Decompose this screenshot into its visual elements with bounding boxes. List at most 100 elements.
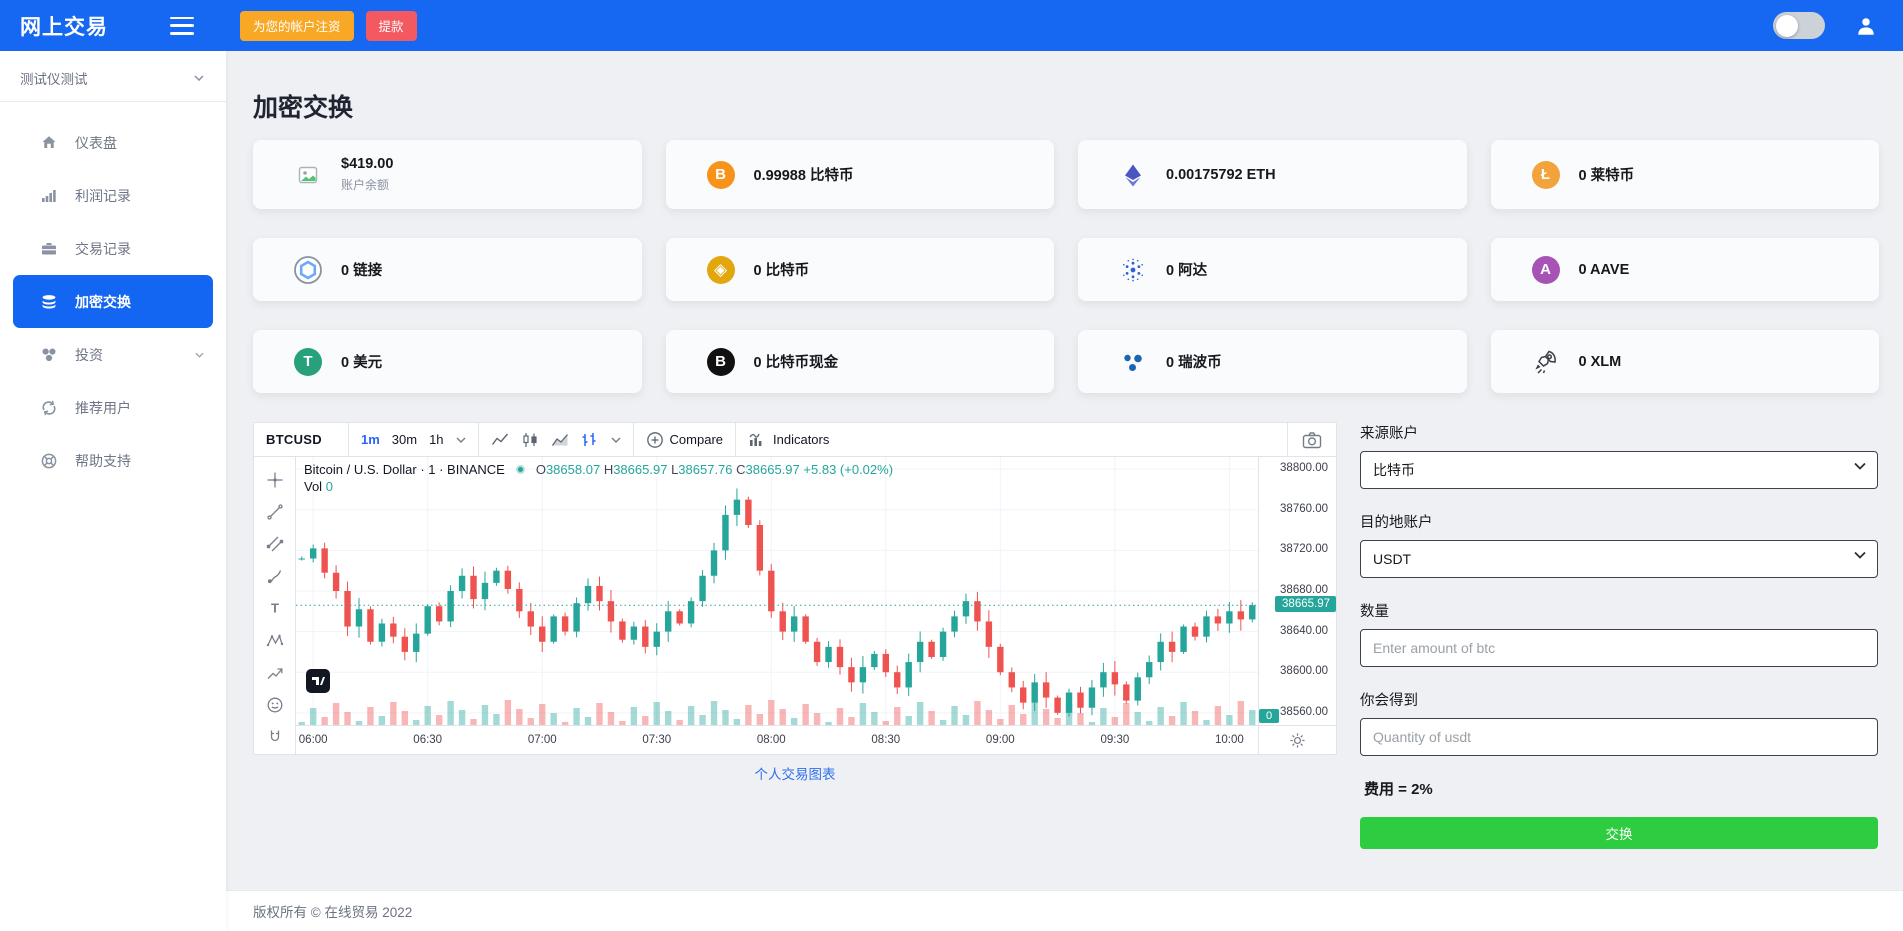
time-tick: 06:00 (291, 734, 335, 746)
card-label: 账户余额 (341, 176, 393, 193)
destination-account-select[interactable]: USDT (1360, 540, 1878, 578)
bars-chart-type-icon[interactable] (581, 431, 599, 449)
parallel-channel-icon[interactable] (262, 531, 288, 556)
ada-icon (1118, 255, 1148, 285)
chart-type-caret-icon[interactable] (611, 437, 621, 443)
text-tool-icon[interactable]: T (262, 596, 288, 621)
investment-icon (40, 346, 58, 364)
time-tick: 09:30 (1093, 734, 1137, 746)
referral-icon (40, 399, 58, 417)
indicators-button[interactable]: Indicators (736, 423, 841, 456)
amount-input[interactable] (1360, 629, 1878, 667)
card-value: 0.99988 比特币 (754, 164, 854, 185)
sidebar-item-label: 利润记录 (75, 186, 131, 206)
candles-chart-type-icon[interactable] (521, 431, 539, 449)
balance-card-6: ◈0 比特币 (666, 238, 1055, 301)
chart-symbol[interactable]: BTCUSD (254, 423, 349, 456)
crosshair-icon[interactable] (262, 467, 288, 492)
swap-submit-button[interactable]: 交换 (1360, 817, 1878, 849)
sidebar-item-1[interactable]: 仪表盘 (0, 116, 226, 169)
card-value: 0 比特币现金 (754, 351, 839, 372)
btc-gold-icon: ◈ (706, 255, 736, 285)
home-icon (40, 134, 58, 152)
source-account-label: 来源账户 (1360, 422, 1878, 443)
balance-card-3: 0.00175792 ETH (1078, 140, 1467, 209)
interval-30m-button[interactable]: 30m (392, 432, 417, 447)
sidebar-item-6[interactable]: 推荐用户 (0, 381, 226, 434)
personal-trading-chart-link[interactable]: 个人交易图表 (755, 767, 836, 782)
sidebar-item-2[interactable]: 利润记录 (0, 169, 226, 222)
xrp-icon (1118, 347, 1148, 377)
price-axis[interactable]: 38800.0038760.0038720.0038680.0038640.00… (1258, 457, 1336, 725)
balance-card-9: T0 美元 (253, 330, 642, 393)
card-value: $419.00 (341, 156, 393, 172)
current-volume-tag: 0 (1259, 709, 1279, 723)
time-tick: 09:00 (978, 734, 1022, 746)
magnet-icon[interactable] (262, 725, 288, 750)
interval-1h-button[interactable]: 1h (429, 432, 443, 447)
tradingview-logo[interactable] (306, 669, 330, 693)
legend-volume: Vol 0 (304, 479, 333, 494)
support-icon (40, 452, 58, 470)
amount-label: 数量 (1360, 600, 1878, 621)
time-tick: 08:30 (864, 734, 908, 746)
sidebar-item-7[interactable]: 帮助支持 (0, 434, 226, 487)
destination-account-label: 目的地账户 (1360, 511, 1878, 532)
line-chart-type-icon[interactable] (491, 431, 509, 449)
sidebar-item-label: 加密交换 (75, 292, 131, 312)
copyright-text: 版权所有 © 在线贸易 2022 (253, 901, 412, 921)
balance-card-5: 0 链接 (253, 238, 642, 301)
xabcd-pattern-icon[interactable] (262, 628, 288, 653)
legend-symbol-title: Bitcoin / U.S. Dollar · 1 · BINANCE (304, 462, 505, 477)
svg-text:T: T (271, 601, 279, 616)
user-profile-icon[interactable] (1855, 15, 1877, 37)
usdt-icon: T (293, 347, 323, 377)
axis-settings-gear-icon[interactable] (1258, 726, 1336, 754)
sidebar-item-label: 推荐用户 (75, 398, 131, 418)
top-navbar: 网上交易 为您的帐户注资 提款 (0, 0, 1903, 51)
card-value: 0 阿达 (1166, 259, 1207, 280)
card-value: 0 AAVE (1579, 262, 1630, 278)
card-value: 0 XLM (1579, 354, 1622, 370)
interval-group: 1m 30m 1h (349, 423, 479, 456)
time-tick: 08:00 (749, 734, 793, 746)
receive-input[interactable] (1360, 718, 1878, 756)
brush-icon[interactable] (262, 564, 288, 589)
time-axis[interactable]: 06:0006:3007:0007:3008:0008:3009:0009:30… (296, 725, 1336, 754)
time-tick: 06:30 (406, 734, 450, 746)
sidebar: 测试仪测试 仪表盘利润记录交易记录加密交换投资推荐用户帮助支持 (0, 51, 226, 931)
time-tick: 07:30 (635, 734, 679, 746)
price-tick: 38760.00 (1280, 503, 1328, 515)
interval-dropdown-caret-icon[interactable] (456, 437, 466, 443)
account-selector[interactable]: 测试仪测试 (0, 51, 226, 102)
emoji-icon[interactable] (262, 693, 288, 718)
drawing-toolbar: T (254, 457, 296, 754)
receive-label: 你会得到 (1360, 689, 1878, 710)
ltc-icon: Ł (1531, 160, 1561, 190)
sidebar-item-label: 帮助支持 (75, 451, 131, 471)
area-chart-type-icon[interactable] (551, 431, 569, 449)
balance-card-12: 0 XLM (1491, 330, 1880, 393)
sidebar-item-5[interactable]: 投资 (0, 328, 226, 381)
balance-card-2: B0.99988 比特币 (666, 140, 1055, 209)
hamburger-menu-icon[interactable] (170, 17, 194, 35)
source-account-select[interactable]: 比特币 (1360, 451, 1878, 489)
compare-button[interactable]: Compare (634, 423, 736, 456)
candlestick-chart[interactable]: Bitcoin / U.S. Dollar · 1 · BINANCE O386… (296, 457, 1258, 725)
card-value: 0 链接 (341, 259, 382, 280)
interval-1m-button[interactable]: 1m (361, 432, 380, 447)
withdraw-button[interactable]: 提款 (366, 11, 417, 41)
card-value: 0 莱特币 (1579, 164, 1635, 185)
trendline-icon[interactable] (262, 499, 288, 524)
price-tick: 38720.00 (1280, 543, 1328, 555)
fund-account-button[interactable]: 为您的帐户注资 (240, 11, 354, 41)
snapshot-camera-icon[interactable] (1287, 423, 1336, 456)
fee-text: 费用 = 2% (1364, 778, 1878, 799)
forecast-icon[interactable] (262, 660, 288, 685)
chart-legend: Bitcoin / U.S. Dollar · 1 · BINANCE O386… (304, 462, 893, 477)
trades-briefcase-icon (40, 240, 58, 258)
theme-toggle[interactable] (1773, 12, 1825, 39)
balance-card-1: $419.00 账户余额 (253, 140, 642, 209)
sidebar-item-3[interactable]: 交易记录 (0, 222, 226, 275)
sidebar-item-4[interactable]: 加密交换 (13, 275, 213, 328)
